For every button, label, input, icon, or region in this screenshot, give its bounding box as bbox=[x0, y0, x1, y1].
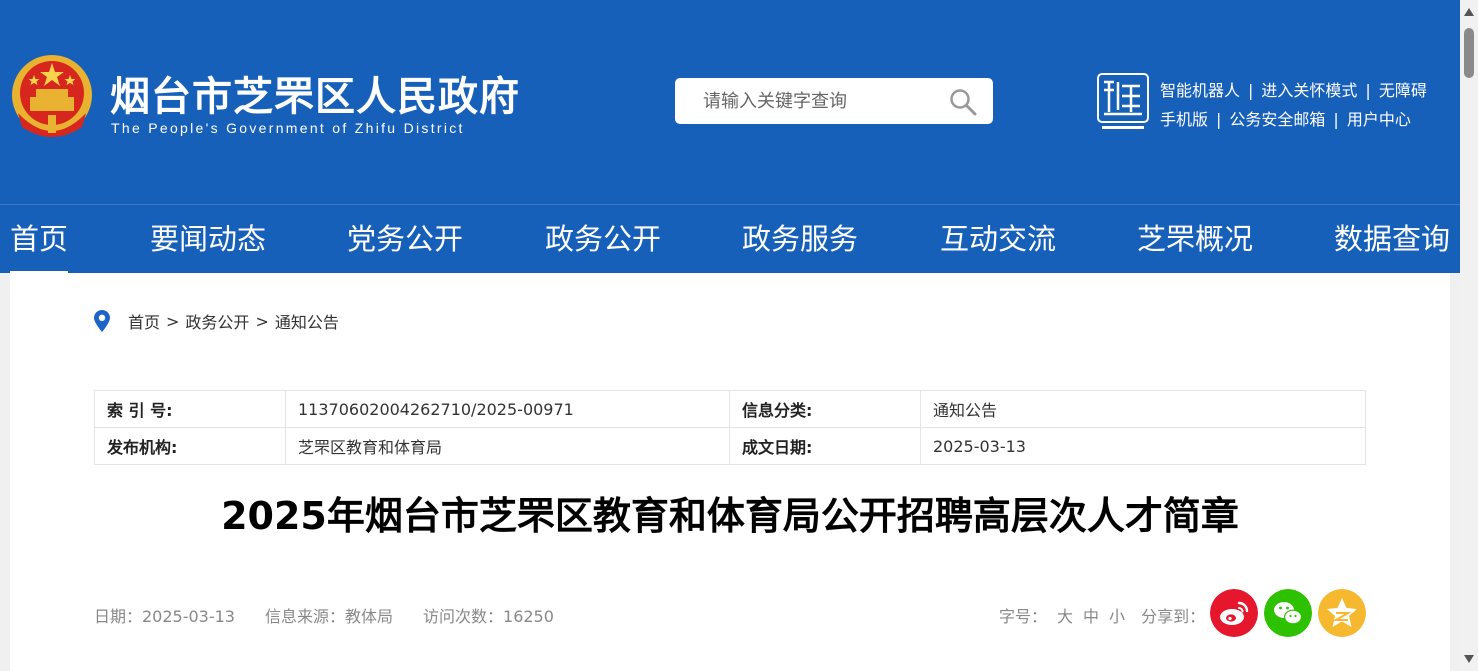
search-box bbox=[675, 78, 993, 124]
separator: | bbox=[1333, 110, 1339, 129]
nav-data-query[interactable]: 数据查询 bbox=[1334, 205, 1450, 274]
breadcrumb: 首页 > 政务公开 > 通知公告 bbox=[94, 309, 339, 333]
breadcrumb-notices[interactable]: 通知公告 bbox=[275, 309, 339, 333]
scrollbar-thumb[interactable] bbox=[1464, 28, 1474, 78]
search-icon[interactable] bbox=[949, 88, 977, 116]
share-label: 分享到： bbox=[1141, 607, 1206, 626]
article-visits: 访问次数：16250 bbox=[423, 607, 554, 626]
separator: | bbox=[1248, 81, 1254, 100]
article-title: 2025年烟台市芝罘区教育和体育局公开招聘高层次人才简章 bbox=[221, 494, 1239, 538]
site-header: 烟台市芝罘区人民政府 The People's Government of Zh… bbox=[0, 0, 1460, 204]
site-title: 烟台市芝罘区人民政府 bbox=[110, 74, 520, 120]
article-date: 日期：2025-03-13 bbox=[94, 607, 235, 626]
font-size-medium-button[interactable]: 中 bbox=[1083, 607, 1099, 626]
scroll-up-arrow-icon[interactable] bbox=[1464, 8, 1474, 16]
yantai-china-seal-icon bbox=[1097, 73, 1149, 129]
breadcrumb-home[interactable]: 首页 bbox=[128, 309, 160, 333]
weibo-icon[interactable] bbox=[1210, 589, 1258, 637]
nav-government-services[interactable]: 政务服务 bbox=[742, 205, 858, 274]
article-meta: 日期：2025-03-13 信息来源：教体局 访问次数：16250 bbox=[94, 603, 584, 627]
font-size-label: 字号： bbox=[999, 607, 1048, 626]
nav-party-affairs[interactable]: 党务公开 bbox=[347, 205, 463, 274]
user-center-link[interactable]: 用户中心 bbox=[1347, 110, 1411, 129]
font-size-small-button[interactable]: 小 bbox=[1109, 607, 1125, 626]
breadcrumb-separator: > bbox=[166, 311, 180, 331]
article-source: 信息来源：教体局 bbox=[265, 607, 394, 626]
document-date-value: 2025-03-13 bbox=[920, 427, 1366, 465]
scroll-down-arrow-icon[interactable] bbox=[1464, 655, 1474, 663]
article-tools: 字号： 大中小分享到： bbox=[999, 603, 1205, 627]
site-subtitle: The People's Government of Zhifu Distric… bbox=[111, 120, 465, 136]
publisher-label: 发布机构: bbox=[94, 427, 286, 465]
font-size-large-button[interactable]: 大 bbox=[1057, 607, 1073, 626]
nav-home[interactable]: 首页 bbox=[10, 205, 69, 274]
separator: | bbox=[1365, 81, 1371, 100]
nav-news[interactable]: 要闻动态 bbox=[150, 205, 266, 274]
publisher-value: 芝罘区教育和体育局 bbox=[285, 427, 730, 465]
document-date-label: 成文日期: bbox=[729, 427, 921, 465]
nav-zhifu-overview[interactable]: 芝罘概况 bbox=[1137, 205, 1253, 274]
search-input[interactable] bbox=[675, 78, 935, 124]
category-value: 通知公告 bbox=[920, 390, 1366, 428]
nav-government-affairs[interactable]: 政务公开 bbox=[545, 205, 661, 274]
table-row: 发布机构: 芝罘区教育和体育局 成文日期: 2025-03-13 bbox=[94, 427, 1366, 465]
accessibility-link[interactable]: 无障碍 bbox=[1379, 81, 1427, 100]
national-emblem-icon bbox=[12, 55, 92, 137]
location-pin-icon bbox=[94, 310, 110, 332]
breadcrumb-government-affairs[interactable]: 政务公开 bbox=[185, 309, 249, 333]
main-content: 首页 > 政务公开 > 通知公告 索 引 号: 1137060200426271… bbox=[10, 273, 1450, 671]
table-row: 索 引 号: 11370602004262710/2025-00971 信息分类… bbox=[94, 390, 1366, 428]
breadcrumb-separator: > bbox=[255, 311, 269, 331]
nav-interaction[interactable]: 互动交流 bbox=[940, 205, 1056, 274]
official-email-link[interactable]: 公务安全邮箱 bbox=[1229, 110, 1325, 129]
top-links-row2: 手机版 | 公务安全邮箱 | 用户中心 bbox=[1160, 105, 1427, 134]
separator: | bbox=[1216, 110, 1222, 129]
qzone-icon[interactable] bbox=[1318, 589, 1366, 637]
index-number-label: 索 引 号: bbox=[94, 390, 286, 428]
mobile-version-link[interactable]: 手机版 bbox=[1160, 110, 1208, 129]
info-table: 索 引 号: 11370602004262710/2025-00971 信息分类… bbox=[94, 390, 1366, 465]
care-mode-link[interactable]: 进入关怀模式 bbox=[1261, 81, 1357, 100]
smart-robot-link[interactable]: 智能机器人 bbox=[1160, 81, 1240, 100]
main-nav: 首页 要闻动态 党务公开 政务公开 政务服务 互动交流 芝罘概况 数据查询 bbox=[0, 204, 1460, 274]
wechat-icon[interactable] bbox=[1264, 589, 1312, 637]
top-links-row1: 智能机器人 | 进入关怀模式 | 无障碍 bbox=[1160, 76, 1427, 105]
index-number-value: 11370602004262710/2025-00971 bbox=[285, 390, 730, 428]
page-scrollbar[interactable] bbox=[1460, 0, 1478, 671]
top-links: 智能机器人 | 进入关怀模式 | 无障碍 手机版 | 公务安全邮箱 | 用户中心 bbox=[1160, 76, 1427, 134]
category-label: 信息分类: bbox=[729, 390, 921, 428]
